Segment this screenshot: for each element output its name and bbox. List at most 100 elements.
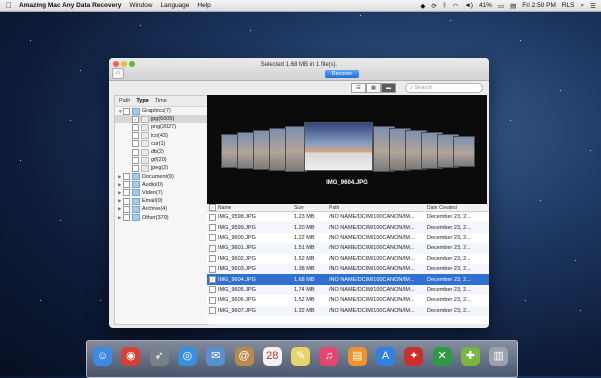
app-store-icon[interactable]: A: [376, 347, 395, 366]
tree-checkbox[interactable]: [132, 140, 139, 148]
tree-checkbox[interactable]: [123, 214, 130, 222]
ibooks-icon[interactable]: ▤: [347, 347, 367, 366]
tree-checkbox[interactable]: [123, 173, 130, 181]
tab-type[interactable]: Type: [136, 98, 148, 104]
star: [250, 30, 251, 31]
row-checkbox[interactable]: ✓: [207, 276, 218, 284]
column-header-date[interactable]: Date Created: [427, 205, 487, 211]
row-checkbox[interactable]: [207, 244, 218, 252]
table-row[interactable]: IMG_9603.JPG 1.38 MB/NO NAME/DCIM/100CANO…: [207, 263, 489, 275]
battery-percent[interactable]: 41%: [479, 2, 492, 9]
tree-checkbox[interactable]: ✓: [132, 115, 139, 123]
menu-help[interactable]: Help: [197, 2, 210, 9]
tab-time[interactable]: Time: [155, 98, 167, 104]
table-row[interactable]: IMG_9598.JPG 1.23 MB/NO NAME/DCIM/100CANO…: [207, 212, 489, 222]
itunes-icon[interactable]: ♫: [319, 347, 339, 366]
clock[interactable]: Fri 2:50 PM: [522, 2, 556, 9]
table-row[interactable]: IMG_9600.JPG 1.22 MB/NO NAME/DCIM/100CANO…: [207, 233, 489, 243]
coverflow-thumb[interactable]: [453, 136, 475, 167]
tree-checkbox[interactable]: [132, 164, 139, 172]
bluetooth-icon[interactable]: ᛒ: [443, 2, 447, 9]
table-row[interactable]: IMG_9607.JPG 1.32 MB/NO NAME/DCIM/100CANO…: [207, 305, 489, 316]
flag-icon[interactable]: ▤: [510, 2, 516, 10]
cell-path: /NO NAME/DCIM/100CANON/IM...: [329, 297, 415, 304]
column-header-size[interactable]: Size: [294, 205, 329, 211]
cell-path: /NO NAME/DCIM/100CANON/IM...: [329, 245, 415, 252]
recover-button[interactable]: Recover: [325, 70, 359, 78]
tree-item[interactable]: ▶ Document(9): [115, 173, 208, 181]
battery-icon[interactable]: ▭: [498, 2, 504, 10]
finder-icon[interactable]: ☺: [93, 347, 112, 366]
row-checkbox[interactable]: [207, 234, 218, 242]
tree-item[interactable]: ▶ Other(379): [115, 213, 208, 222]
row-checkbox[interactable]: [207, 265, 218, 273]
tree-item[interactable]: cur(1): [115, 140, 208, 148]
cell-name: IMG_9601.JPG: [218, 245, 256, 252]
tree-item[interactable]: db(2): [115, 148, 208, 156]
dropbox-icon[interactable]: ◆: [420, 2, 425, 10]
contacts-icon[interactable]: @: [234, 347, 254, 366]
column-header-path[interactable]: Path: [329, 205, 427, 211]
notification-icon[interactable]: ☰: [590, 2, 596, 10]
user-name[interactable]: RLS: [562, 2, 575, 9]
recovery-app-icon[interactable]: ✚: [460, 347, 480, 366]
tree-checkbox[interactable]: [123, 107, 130, 115]
column-header-name[interactable]: Name: [218, 205, 294, 211]
tree-item[interactable]: ▶ Video(7): [115, 189, 208, 197]
home-button[interactable]: ⌂: [112, 68, 124, 79]
sync-icon[interactable]: ⟳: [431, 2, 436, 10]
table-row[interactable]: IMG_9602.JPG 1.52 MB/NO NAME/DCIM/100CANO…: [207, 254, 489, 264]
tree-item[interactable]: png(2027): [115, 123, 208, 131]
tree-checkbox[interactable]: [123, 189, 130, 197]
mail-icon[interactable]: ✉: [206, 347, 226, 366]
tree-item[interactable]: ▶ Archive(4): [115, 205, 208, 213]
santa-app-icon[interactable]: ✦: [404, 347, 424, 366]
volume-icon[interactable]: ◄): [464, 2, 473, 9]
chrome-icon[interactable]: ◉: [121, 347, 141, 366]
tree-checkbox[interactable]: [132, 148, 139, 156]
tree-checkbox[interactable]: [132, 123, 139, 131]
tree-item[interactable]: ▶ Email(0): [115, 197, 208, 205]
row-checkbox[interactable]: [207, 224, 218, 232]
tree-checkbox[interactable]: [132, 156, 139, 164]
row-checkbox[interactable]: [207, 255, 218, 263]
tree-checkbox[interactable]: [123, 205, 130, 213]
tree-item[interactable]: ▼ Graphics(7): [115, 107, 208, 115]
calendar-icon[interactable]: 28: [262, 347, 282, 366]
wifi-icon[interactable]: ◠: [453, 2, 459, 10]
excel-icon[interactable]: ✕: [432, 347, 452, 366]
coverflow-view-icon[interactable]: ▬: [381, 83, 396, 93]
tree-checkbox[interactable]: [123, 181, 130, 189]
launchpad-icon[interactable]: ➶: [149, 347, 169, 366]
tree-item[interactable]: ✓ jpg(6005): [115, 115, 208, 124]
notes-icon[interactable]: ✎: [291, 347, 311, 366]
table-row[interactable]: IMG_9605.JPG 1.74 MB/NO NAME/DCIM/100CANO…: [207, 284, 489, 296]
tree-item[interactable]: gif(20): [115, 156, 208, 164]
menu-language[interactable]: Language: [160, 2, 189, 9]
spotlight-icon[interactable]: ⌕: [581, 2, 585, 10]
coverflow-selected-image[interactable]: [304, 122, 373, 171]
app-menu[interactable]: Amazing Mac Any Data Recovery: [19, 2, 121, 9]
tree-item[interactable]: jpeg(2): [115, 164, 208, 172]
row-checkbox[interactable]: [207, 213, 218, 221]
row-checkbox[interactable]: [207, 296, 218, 304]
grid-view-icon[interactable]: ▦: [366, 83, 381, 93]
apple-menu-icon[interactable]: : [6, 1, 14, 10]
row-checkbox[interactable]: [207, 286, 218, 294]
list-view-icon[interactable]: ☰: [351, 83, 366, 93]
row-checkbox[interactable]: [207, 307, 218, 315]
search-input[interactable]: ⌕ Search: [405, 83, 483, 93]
table-row[interactable]: ✓ IMG_9604.JPG 1.68 MB/NO NAME/DCIM/100CAN…: [207, 274, 489, 285]
menu-window[interactable]: Window: [129, 2, 152, 9]
select-all-checkbox[interactable]: ✓: [207, 204, 218, 211]
table-row[interactable]: IMG_9606.JPG 1.52 MB/NO NAME/DCIM/100CANO…: [207, 295, 489, 305]
tree-item[interactable]: ▶ Audio(0): [115, 181, 208, 189]
trash-icon[interactable]: ▥: [489, 347, 509, 366]
safari-icon[interactable]: ◎: [177, 347, 197, 366]
table-row[interactable]: IMG_9599.JPG 1.20 MB/NO NAME/DCIM/100CANO…: [207, 222, 489, 233]
tree-checkbox[interactable]: [123, 197, 130, 205]
tree-item[interactable]: ico(43): [115, 132, 208, 140]
table-row[interactable]: IMG_9601.JPG 1.51 MB/NO NAME/DCIM/100CANO…: [207, 243, 489, 254]
tab-path[interactable]: Path: [119, 98, 130, 104]
tree-checkbox[interactable]: [132, 132, 139, 140]
